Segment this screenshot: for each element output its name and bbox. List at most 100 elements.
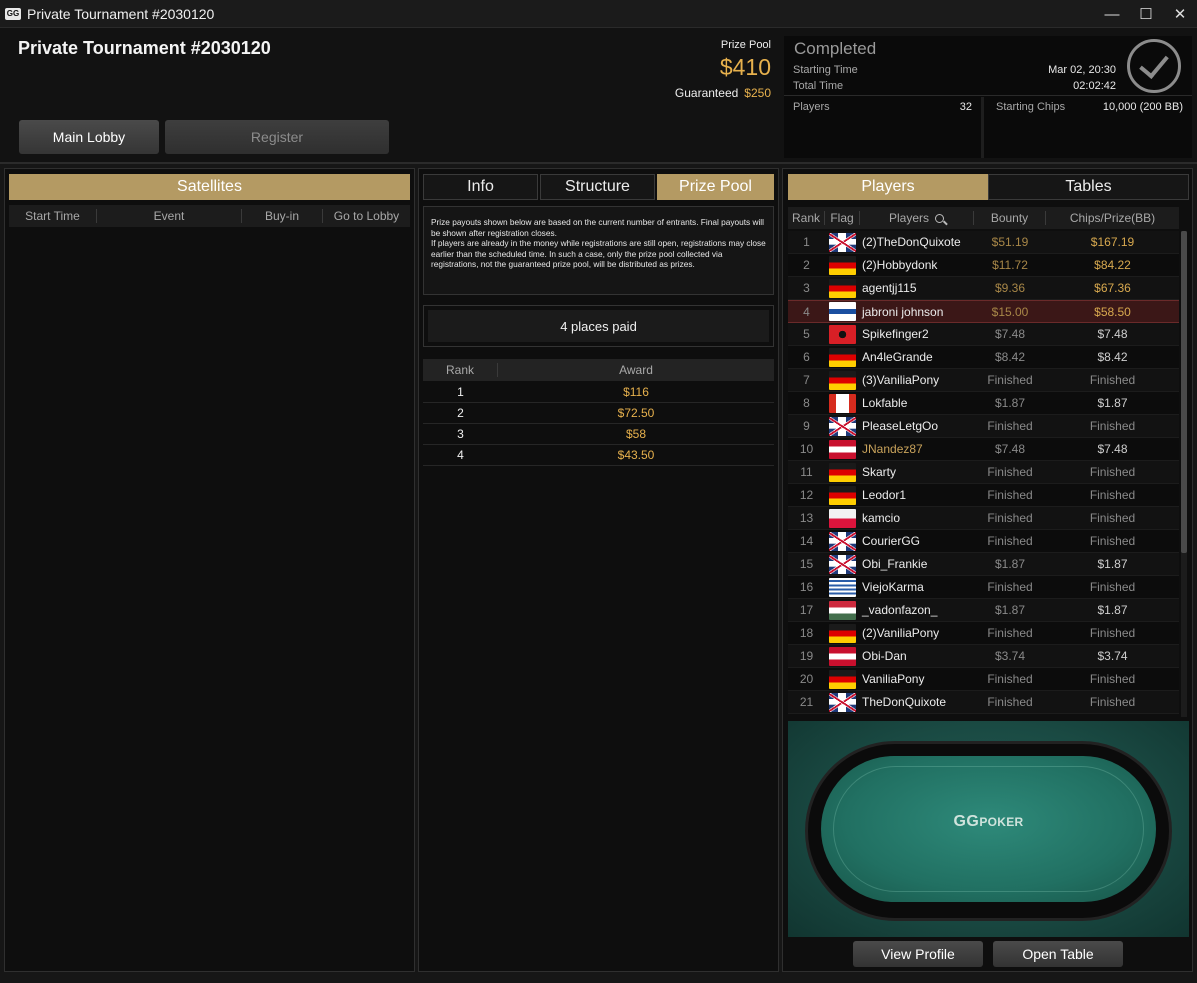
col-players[interactable]: Players (860, 211, 974, 225)
player-row[interactable]: 14 CourierGG Finished Finished (788, 530, 1179, 553)
status-state: Completed (794, 39, 877, 58)
close-icon[interactable]: ✕ (1163, 0, 1197, 28)
player-row[interactable]: 10 JNandez87 $7.48 $7.48 (788, 438, 1179, 461)
player-bounty: Finished (987, 695, 1033, 709)
player-chips-prize: Finished (1089, 626, 1136, 640)
player-row[interactable]: 21 TheDonQuixote Finished Finished (788, 691, 1179, 714)
satellites-columns: Start Time Event Buy-in Go to Lobby (9, 205, 410, 227)
player-row[interactable]: 12 Leodor1 Finished Finished (788, 484, 1179, 507)
player-name: Skarty (862, 465, 897, 479)
player-row[interactable]: 3 agentjj115 $9.36 $67.36 (788, 277, 1179, 300)
total-time-label: Total Time (793, 80, 844, 92)
player-chips-prize: Finished (1089, 488, 1136, 502)
players-stat: Players 32 (784, 97, 984, 158)
tab-structure[interactable]: Structure (540, 174, 655, 200)
player-rank: 19 (799, 649, 814, 663)
canada-flag-icon (829, 393, 856, 413)
austria-flag-icon (829, 439, 856, 459)
col-chips-prize[interactable]: Chips/Prize(BB) (1046, 211, 1179, 225)
player-row[interactable]: 20 VaniliaPony Finished Finished (788, 668, 1179, 691)
col-start-time[interactable]: Start Time (9, 209, 97, 223)
germany-flag-icon (829, 669, 856, 689)
main-lobby-button[interactable]: Main Lobby (19, 120, 159, 154)
player-bounty: $1.87 (994, 396, 1026, 410)
starting-time-label: Starting Time (793, 64, 858, 76)
prize-pool-label: Prize Pool (720, 39, 771, 51)
player-rank: 10 (799, 442, 814, 456)
prize-pool-amount: $410 (719, 54, 771, 80)
satellites-title: Satellites (9, 174, 410, 200)
players-label: Players (793, 101, 830, 113)
player-row[interactable]: 4 jabroni johnson $15.00 $58.50 (788, 300, 1179, 323)
tab-prize-pool[interactable]: Prize Pool (657, 174, 774, 200)
players-list: 1 (2)TheDonQuixote $51.19 $167.19 2 (2)Hobbyd… (788, 231, 1179, 717)
places-paid-box: 4 places paid (423, 305, 774, 347)
award-col-award: Award (619, 363, 653, 377)
table-felt: GGPOKER (821, 756, 1156, 902)
col-buy-in[interactable]: Buy-in (242, 209, 323, 223)
flag-cell (825, 692, 860, 712)
player-row[interactable]: 1 (2)TheDonQuixote $51.19 $167.19 (788, 231, 1179, 254)
player-row[interactable]: 18 (2)VaniliaPony Finished Finished (788, 622, 1179, 645)
award-rank: 2 (457, 406, 464, 420)
players-table-header: Rank Flag Players Bounty Chips/Prize(BB) (788, 207, 1179, 229)
player-name: Spikefinger2 (862, 327, 929, 341)
view-profile-button[interactable]: View Profile (853, 941, 983, 967)
tab-info[interactable]: Info (423, 174, 538, 200)
player-row[interactable]: 16 ViejoKarma Finished Finished (788, 576, 1179, 599)
maximize-icon[interactable]: ☐ (1129, 0, 1163, 28)
player-row[interactable]: 5 Spikefinger2 $7.48 $7.48 (788, 323, 1179, 346)
player-row[interactable]: 15 Obi_Frankie $1.87 $1.87 (788, 553, 1179, 576)
register-button[interactable]: Register (165, 120, 389, 154)
col-rank[interactable]: Rank (788, 211, 825, 225)
player-rank: 1 (803, 235, 810, 249)
player-rank: 11 (800, 465, 813, 479)
open-table-button[interactable]: Open Table (993, 941, 1123, 967)
tab-players[interactable]: Players (788, 174, 988, 200)
scrollbar-thumb[interactable] (1181, 231, 1187, 553)
player-bounty: Finished (987, 373, 1033, 387)
germany-flag-icon (829, 485, 856, 505)
player-rank: 21 (799, 695, 814, 709)
col-bounty[interactable]: Bounty (974, 211, 1046, 225)
player-name: VaniliaPony (862, 672, 925, 686)
player-chips-prize: $1.87 (1097, 396, 1128, 410)
table-preview: GGPOKER (788, 721, 1189, 937)
player-row[interactable]: 9 PleaseLetgOo Finished Finished (788, 415, 1179, 438)
minimize-icon[interactable]: — (1095, 0, 1129, 28)
starting-time-value: Mar 02, 20:30 (1048, 64, 1116, 76)
player-bounty: $1.87 (994, 603, 1026, 617)
info-tabs: Info Structure Prize Pool (423, 174, 774, 200)
search-icon[interactable] (935, 214, 944, 223)
players-scrollbar[interactable] (1181, 231, 1187, 717)
window-title: Private Tournament #2030120 (27, 5, 215, 22)
player-row[interactable]: 2 (2)Hobbydonk $11.72 $84.22 (788, 254, 1179, 277)
player-row[interactable]: 17 _vadonfazon_ $1.87 $1.87 (788, 599, 1179, 622)
window-controls: — ☐ ✕ (1095, 0, 1197, 28)
player-rank: 16 (799, 580, 814, 594)
col-event[interactable]: Event (97, 209, 242, 223)
player-rank: 20 (799, 672, 814, 686)
starting-chips-value: 10,000 (200 BB) (1102, 101, 1183, 113)
player-row[interactable]: 7 (3)VaniliaPony Finished Finished (788, 369, 1179, 392)
flag-cell (825, 416, 860, 436)
poland-flag-icon (829, 508, 856, 528)
starting-chips-label: Starting Chips (996, 101, 1066, 113)
award-row: 4 $43.50 (423, 445, 774, 466)
ggpoker-logo: GGPOKER (821, 813, 1156, 831)
player-row[interactable]: 11 Skarty Finished Finished (788, 461, 1179, 484)
player-rank: 7 (803, 373, 810, 387)
player-chips-prize: $3.74 (1097, 649, 1128, 663)
player-row[interactable]: 13 kamcio Finished Finished (788, 507, 1179, 530)
player-name: PleaseLetgOo (862, 419, 939, 433)
player-chips-prize: Finished (1089, 672, 1136, 686)
player-name: Obi-Dan (862, 649, 907, 663)
tab-tables[interactable]: Tables (988, 174, 1189, 200)
player-row[interactable]: 19 Obi-Dan $3.74 $3.74 (788, 645, 1179, 668)
col-go-to-lobby[interactable]: Go to Lobby (323, 209, 410, 223)
flag-cell (825, 278, 860, 298)
flag-cell (825, 393, 860, 413)
player-row[interactable]: 6 An4leGrande $8.42 $8.42 (788, 346, 1179, 369)
col-flag[interactable]: Flag (825, 211, 860, 225)
player-row[interactable]: 8 Lokfable $1.87 $1.87 (788, 392, 1179, 415)
